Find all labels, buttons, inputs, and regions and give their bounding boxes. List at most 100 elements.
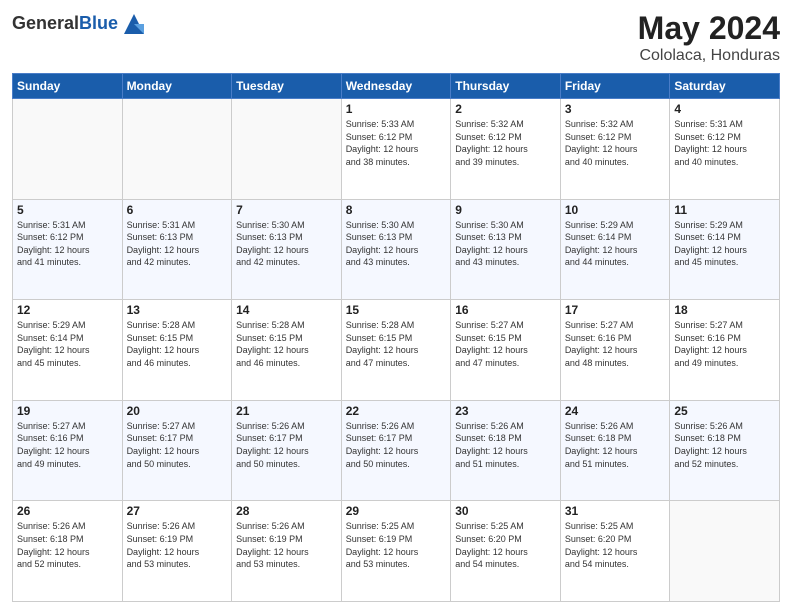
day-info: Sunrise: 5:28 AM Sunset: 6:15 PM Dayligh… <box>127 319 228 369</box>
calendar-cell: 31 Sunrise: 5:25 AM Sunset: 6:20 PM Dayli… <box>560 501 670 602</box>
day-number: 26 <box>17 504 118 518</box>
day-number: 22 <box>346 404 447 418</box>
day-number: 23 <box>455 404 556 418</box>
day-number: 3 <box>565 102 666 116</box>
day-info: Sunrise: 5:25 AM Sunset: 6:20 PM Dayligh… <box>565 520 666 570</box>
calendar-cell: 30 Sunrise: 5:25 AM Sunset: 6:20 PM Dayli… <box>451 501 561 602</box>
day-info: Sunrise: 5:28 AM Sunset: 6:15 PM Dayligh… <box>346 319 447 369</box>
calendar-cell: 21 Sunrise: 5:26 AM Sunset: 6:17 PM Dayli… <box>232 400 342 501</box>
day-number: 16 <box>455 303 556 317</box>
day-number: 14 <box>236 303 337 317</box>
calendar-cell: 23 Sunrise: 5:26 AM Sunset: 6:18 PM Dayli… <box>451 400 561 501</box>
day-info: Sunrise: 5:29 AM Sunset: 6:14 PM Dayligh… <box>17 319 118 369</box>
calendar-cell: 20 Sunrise: 5:27 AM Sunset: 6:17 PM Dayli… <box>122 400 232 501</box>
week-row-5: 26 Sunrise: 5:26 AM Sunset: 6:18 PM Dayli… <box>13 501 780 602</box>
calendar-cell: 27 Sunrise: 5:26 AM Sunset: 6:19 PM Dayli… <box>122 501 232 602</box>
calendar-cell <box>122 99 232 200</box>
day-info: Sunrise: 5:30 AM Sunset: 6:13 PM Dayligh… <box>346 219 447 269</box>
day-info: Sunrise: 5:27 AM Sunset: 6:15 PM Dayligh… <box>455 319 556 369</box>
week-row-1: 1 Sunrise: 5:33 AM Sunset: 6:12 PM Daylig… <box>13 99 780 200</box>
calendar-cell: 3 Sunrise: 5:32 AM Sunset: 6:12 PM Daylig… <box>560 99 670 200</box>
day-number: 21 <box>236 404 337 418</box>
day-info: Sunrise: 5:26 AM Sunset: 6:18 PM Dayligh… <box>674 420 775 470</box>
page: GeneralBlue May 2024 Cololaca, Honduras … <box>0 0 792 612</box>
day-number: 17 <box>565 303 666 317</box>
week-row-3: 12 Sunrise: 5:29 AM Sunset: 6:14 PM Dayli… <box>13 300 780 401</box>
day-info: Sunrise: 5:32 AM Sunset: 6:12 PM Dayligh… <box>565 118 666 168</box>
calendar-cell: 16 Sunrise: 5:27 AM Sunset: 6:15 PM Dayli… <box>451 300 561 401</box>
calendar-cell: 6Sunrise: 5:31 AM Sunset: 6:13 PM Daylig… <box>122 199 232 300</box>
day-number: 4 <box>674 102 775 116</box>
weekday-header-friday: Friday <box>560 74 670 99</box>
weekday-header-row: SundayMondayTuesdayWednesdayThursdayFrid… <box>13 74 780 99</box>
day-number: 6 <box>127 203 228 217</box>
calendar-cell: 7 Sunrise: 5:30 AM Sunset: 6:13 PM Daylig… <box>232 199 342 300</box>
day-info: Sunrise: 5:31 AM Sunset: 6:12 PM Dayligh… <box>674 118 775 168</box>
day-info: Sunrise: 5:30 AM Sunset: 6:13 PM Dayligh… <box>455 219 556 269</box>
day-info: Sunrise: 5:29 AM Sunset: 6:14 PM Dayligh… <box>565 219 666 269</box>
calendar-cell <box>13 99 123 200</box>
day-number: 29 <box>346 504 447 518</box>
day-number: 7 <box>236 203 337 217</box>
day-number: 8 <box>346 203 447 217</box>
day-number: 5 <box>17 203 118 217</box>
calendar-cell: 15 Sunrise: 5:28 AM Sunset: 6:15 PM Dayli… <box>341 300 451 401</box>
day-number: 9 <box>455 203 556 217</box>
calendar-cell: 24 Sunrise: 5:26 AM Sunset: 6:18 PM Dayli… <box>560 400 670 501</box>
calendar-cell: 25Sunrise: 5:26 AM Sunset: 6:18 PM Dayli… <box>670 400 780 501</box>
day-number: 18 <box>674 303 775 317</box>
weekday-header-thursday: Thursday <box>451 74 561 99</box>
day-number: 27 <box>127 504 228 518</box>
location-title: Cololaca, Honduras <box>638 47 780 65</box>
day-info: Sunrise: 5:30 AM Sunset: 6:13 PM Dayligh… <box>236 219 337 269</box>
day-number: 12 <box>17 303 118 317</box>
day-number: 15 <box>346 303 447 317</box>
calendar-cell: 17 Sunrise: 5:27 AM Sunset: 6:16 PM Dayli… <box>560 300 670 401</box>
day-info: Sunrise: 5:26 AM Sunset: 6:18 PM Dayligh… <box>17 520 118 570</box>
day-info: Sunrise: 5:31 AM Sunset: 6:12 PM Dayligh… <box>17 219 118 269</box>
day-number: 30 <box>455 504 556 518</box>
calendar-cell: 13 Sunrise: 5:28 AM Sunset: 6:15 PM Dayli… <box>122 300 232 401</box>
day-info: Sunrise: 5:27 AM Sunset: 6:17 PM Dayligh… <box>127 420 228 470</box>
calendar-cell: 8 Sunrise: 5:30 AM Sunset: 6:13 PM Daylig… <box>341 199 451 300</box>
day-info: Sunrise: 5:26 AM Sunset: 6:18 PM Dayligh… <box>455 420 556 470</box>
day-info: Sunrise: 5:27 AM Sunset: 6:16 PM Dayligh… <box>565 319 666 369</box>
calendar-cell: 14 Sunrise: 5:28 AM Sunset: 6:15 PM Dayli… <box>232 300 342 401</box>
calendar-cell: 2Sunrise: 5:32 AM Sunset: 6:12 PM Daylig… <box>451 99 561 200</box>
day-info: Sunrise: 5:26 AM Sunset: 6:17 PM Dayligh… <box>236 420 337 470</box>
weekday-header-wednesday: Wednesday <box>341 74 451 99</box>
calendar-cell: 10 Sunrise: 5:29 AM Sunset: 6:14 PM Dayli… <box>560 199 670 300</box>
day-info: Sunrise: 5:28 AM Sunset: 6:15 PM Dayligh… <box>236 319 337 369</box>
day-number: 28 <box>236 504 337 518</box>
calendar-cell: 29Sunrise: 5:25 AM Sunset: 6:19 PM Dayli… <box>341 501 451 602</box>
calendar-cell: 5 Sunrise: 5:31 AM Sunset: 6:12 PM Daylig… <box>13 199 123 300</box>
day-info: Sunrise: 5:27 AM Sunset: 6:16 PM Dayligh… <box>17 420 118 470</box>
weekday-header-tuesday: Tuesday <box>232 74 342 99</box>
calendar-cell: 28Sunrise: 5:26 AM Sunset: 6:19 PM Dayli… <box>232 501 342 602</box>
day-number: 20 <box>127 404 228 418</box>
day-info: Sunrise: 5:26 AM Sunset: 6:18 PM Dayligh… <box>565 420 666 470</box>
weekday-header-monday: Monday <box>122 74 232 99</box>
calendar-cell <box>670 501 780 602</box>
month-title: May 2024 <box>638 10 780 47</box>
calendar-cell: 9 Sunrise: 5:30 AM Sunset: 6:13 PM Daylig… <box>451 199 561 300</box>
day-number: 24 <box>565 404 666 418</box>
calendar-cell: 22 Sunrise: 5:26 AM Sunset: 6:17 PM Dayli… <box>341 400 451 501</box>
day-number: 31 <box>565 504 666 518</box>
day-info: Sunrise: 5:26 AM Sunset: 6:17 PM Dayligh… <box>346 420 447 470</box>
day-number: 10 <box>565 203 666 217</box>
day-number: 13 <box>127 303 228 317</box>
day-info: Sunrise: 5:26 AM Sunset: 6:19 PM Dayligh… <box>127 520 228 570</box>
day-info: Sunrise: 5:25 AM Sunset: 6:20 PM Dayligh… <box>455 520 556 570</box>
calendar-cell: 4 Sunrise: 5:31 AM Sunset: 6:12 PM Daylig… <box>670 99 780 200</box>
title-block: May 2024 Cololaca, Honduras <box>638 10 780 65</box>
day-info: Sunrise: 5:33 AM Sunset: 6:12 PM Dayligh… <box>346 118 447 168</box>
calendar-cell: 12 Sunrise: 5:29 AM Sunset: 6:14 PM Dayli… <box>13 300 123 401</box>
week-row-2: 5 Sunrise: 5:31 AM Sunset: 6:12 PM Daylig… <box>13 199 780 300</box>
calendar-cell: 19Sunrise: 5:27 AM Sunset: 6:16 PM Dayli… <box>13 400 123 501</box>
logo-general: GeneralBlue <box>12 14 118 34</box>
day-number: 11 <box>674 203 775 217</box>
day-number: 1 <box>346 102 447 116</box>
day-number: 2 <box>455 102 556 116</box>
calendar-cell: 26 Sunrise: 5:26 AM Sunset: 6:18 PM Dayli… <box>13 501 123 602</box>
